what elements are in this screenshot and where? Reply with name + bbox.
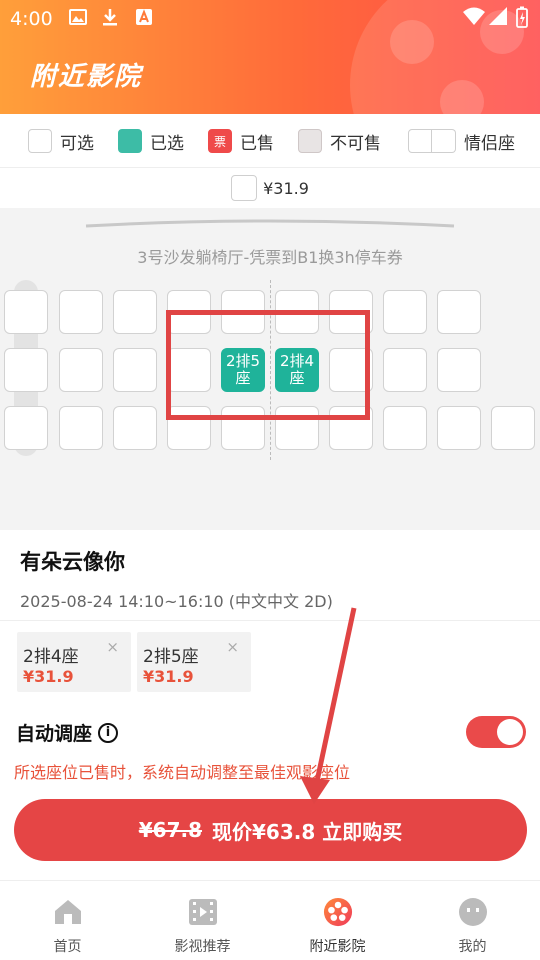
selected-ticket[interactable]: 2排4座 ¥31.9 × (17, 632, 131, 692)
remove-ticket-icon[interactable]: × (226, 638, 239, 656)
seat-available[interactable] (4, 406, 48, 450)
couple-seat-swatch (408, 129, 456, 153)
price-tier-swatch (231, 175, 258, 201)
seat-available[interactable] (437, 406, 481, 450)
unavailable-seat-swatch (298, 129, 322, 153)
legend-selected: 已选 (118, 128, 184, 154)
ticket-price: ¥31.9 (23, 667, 74, 686)
remove-ticket-icon[interactable]: × (106, 638, 119, 656)
seat-available[interactable] (113, 406, 157, 450)
info-icon[interactable]: i (98, 722, 119, 743)
tab-nearby-cinema[interactable]: 附近影院 (270, 881, 405, 960)
toggle-knob (497, 719, 523, 745)
seat-available[interactable] (4, 348, 48, 392)
divider (0, 620, 540, 621)
seat-available[interactable] (437, 348, 481, 392)
seat-available[interactable] (59, 290, 103, 334)
seat-available[interactable] (113, 348, 157, 392)
selected-seat-swatch (118, 129, 142, 153)
legend-available: 可选 (28, 128, 94, 154)
buy-now-button[interactable]: ¥67.8 现价¥63.8 立即购买 (14, 799, 527, 861)
hall-name: 3号沙发躺椅厅-凭票到B1换3h停车券 (137, 248, 403, 267)
ticket-price: ¥31.9 (143, 667, 194, 686)
selected-seats-highlight (166, 310, 370, 420)
movie-title: 有朵云像你 (20, 550, 125, 574)
seat-available[interactable] (4, 290, 48, 334)
home-icon (53, 897, 83, 927)
page-title: 附近影院 (30, 62, 143, 92)
seat-available[interactable] (59, 348, 103, 392)
ticket-seat: 2排4座 (23, 647, 79, 667)
film-icon (188, 897, 218, 927)
image-notification-icon (68, 7, 88, 27)
sold-ticket-icon: 票 (208, 129, 232, 153)
download-icon (100, 7, 120, 27)
seat-available[interactable] (437, 290, 481, 334)
status-time: 4:00 (10, 8, 53, 30)
buy-label: 现价¥63.8 立即购买 (212, 819, 403, 844)
seat-available[interactable] (383, 406, 427, 450)
price-tier-row: ¥31.9 (0, 168, 540, 208)
wifi-icon (462, 6, 486, 31)
seat-available[interactable] (59, 406, 103, 450)
seat-available[interactable] (113, 290, 157, 334)
tab-home[interactable]: 首页 (0, 881, 135, 960)
tab-profile[interactable]: 我的 (405, 881, 540, 960)
original-price: ¥67.8 (138, 818, 203, 842)
bottom-tab-bar: 首页 影视推荐 附近影院 我的 (0, 880, 540, 960)
seat-available[interactable] (383, 290, 427, 334)
seat-available[interactable] (491, 406, 535, 450)
seat-map[interactable]: 3号沙发躺椅厅-凭票到B1换3h停车券 1 2 3 2排5座 2排4座 (0, 208, 540, 530)
selected-ticket[interactable]: 2排5座 ¥31.9 × (137, 632, 251, 692)
seat-legend: 可选 已选 票 已售 不可售 情侣座 (0, 114, 540, 168)
app-notification-icon (134, 7, 154, 27)
screen-indicator (85, 219, 455, 228)
seat-available[interactable] (383, 348, 427, 392)
header: 4:00 附近影院 (0, 0, 540, 114)
status-bar: 4:00 (0, 0, 540, 36)
cinema-reel-icon (323, 897, 353, 927)
price-tier-label: ¥31.9 (263, 178, 309, 198)
ticket-seat: 2排5座 (143, 647, 199, 667)
available-seat-swatch (28, 129, 52, 153)
signal-icon (488, 6, 508, 31)
auto-adjust-toggle[interactable] (466, 716, 526, 748)
auto-adjust-label: 自动调座 i (16, 719, 119, 746)
legend-sold: 票 已售 (208, 128, 274, 154)
legend-couple: 情侣座 (408, 128, 515, 154)
legend-unavailable: 不可售 (298, 128, 381, 154)
profile-icon (458, 897, 488, 927)
showtime: 2025-08-24 14:10~16:10 (中文中文 2D) (20, 592, 333, 611)
tab-recommend[interactable]: 影视推荐 (135, 881, 270, 960)
battery-icon (516, 6, 528, 33)
auto-adjust-hint: 所选座位已售时，系统自动调整至最佳观影座位 (14, 763, 351, 782)
